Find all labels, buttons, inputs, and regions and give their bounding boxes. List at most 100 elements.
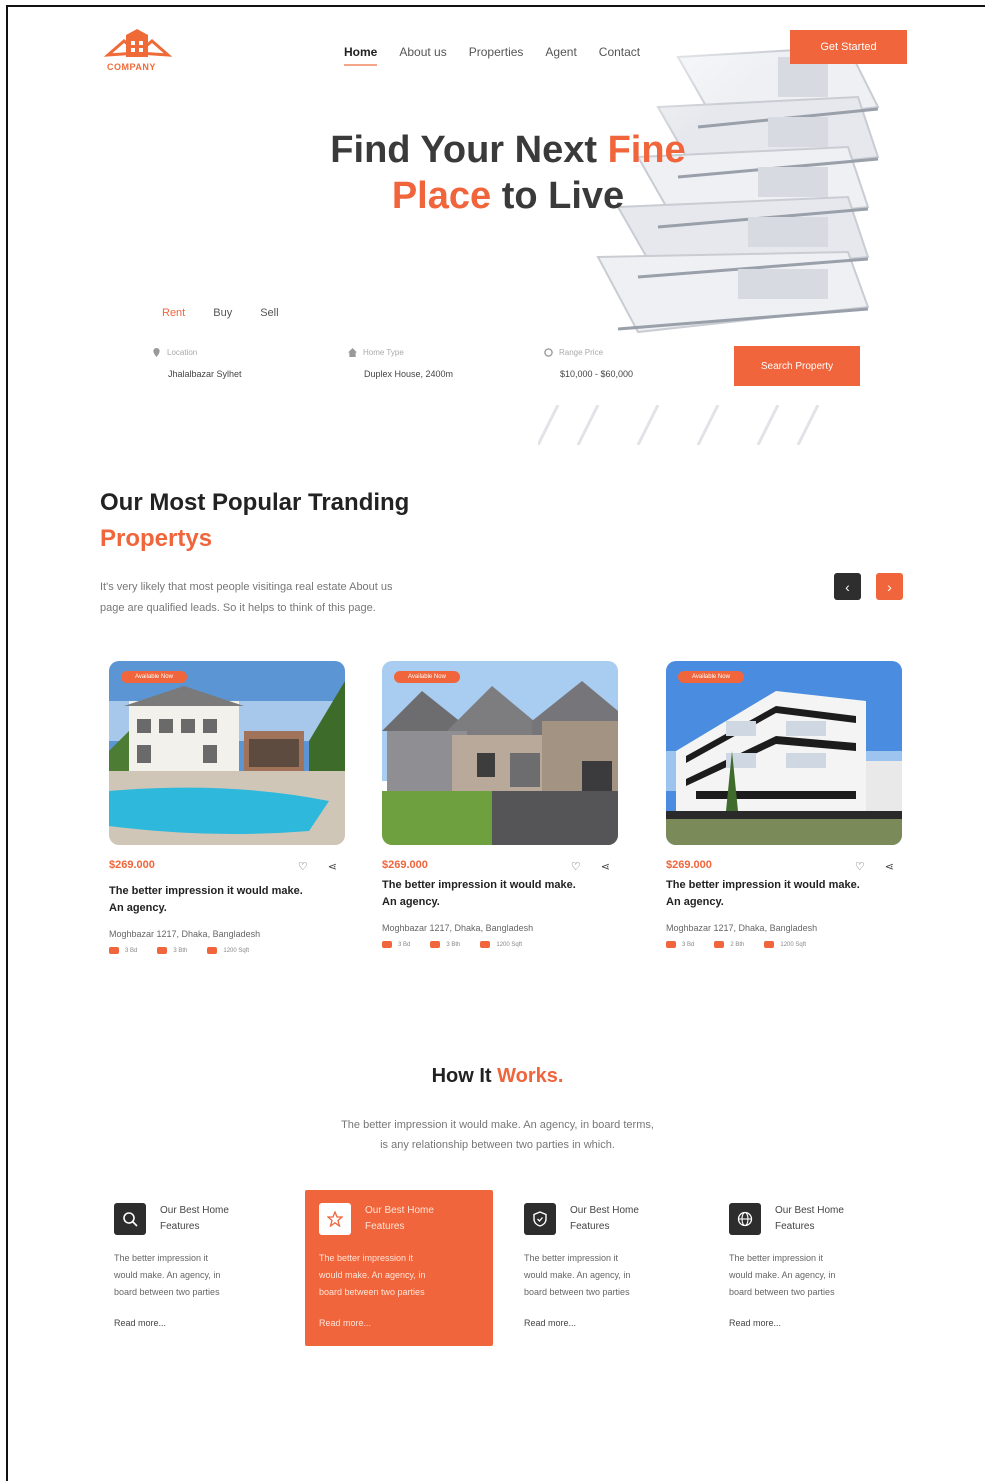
how-title-main: How It xyxy=(431,1065,498,1087)
feature-card[interactable]: Our Best Home Features The better impress… xyxy=(114,1190,302,1346)
how-desc-line-1: The better impression it would make. An … xyxy=(341,1119,654,1131)
property-title: The better impression it would make. An a… xyxy=(109,883,347,917)
feature-icon-box xyxy=(524,1203,556,1235)
property-title-line-1: The better impression it would make. xyxy=(109,885,303,897)
feature-desc-line-1: The better impression it xyxy=(524,1253,619,1263)
nav-properties[interactable]: Properties xyxy=(469,45,524,59)
property-address: Moghbazar 1217, Dhaka, Bangladesh xyxy=(109,929,261,939)
baths-spec: 2 Bth xyxy=(714,941,744,948)
share-icon[interactable]: ⋖ xyxy=(601,860,610,873)
feature-title-line-2: Features xyxy=(570,1221,610,1232)
feature-title: Our Best Home Features xyxy=(160,1203,270,1235)
location-label: Location xyxy=(167,347,198,357)
popular-desc-line-1: It's very likely that most people visiti… xyxy=(100,581,393,593)
property-title-line-2: An agency. xyxy=(666,896,724,908)
property-card[interactable]: Available Now $269.000 ♡ ⋖ The better im… xyxy=(666,661,904,948)
page-frame: COMPANY Home About us Properties Agent C… xyxy=(6,5,985,1481)
building-reflection xyxy=(538,405,820,445)
tab-buy[interactable]: Buy xyxy=(213,307,232,319)
feature-title-line-1: Our Best Home xyxy=(365,1205,434,1216)
heart-icon[interactable]: ♡ xyxy=(298,860,308,873)
property-card[interactable]: Available Now $269.000 ♡ ⋖ The better im… xyxy=(382,661,620,948)
property-image[interactable]: Available Now xyxy=(109,661,345,845)
price-range-field[interactable]: Range Price $10,000 - $60,000 xyxy=(540,343,710,379)
card-actions: ♡ ⋖ xyxy=(855,860,894,873)
feature-card[interactable]: Our Best Home Features The better impress… xyxy=(729,1190,917,1346)
property-title: The better impression it would make. An a… xyxy=(382,877,620,911)
feature-title-line-2: Features xyxy=(365,1221,405,1232)
feature-desc-line-2: would make. An agency, in xyxy=(114,1270,221,1280)
feature-title-line-1: Our Best Home xyxy=(160,1205,229,1216)
how-it-works-title: How It Works. xyxy=(8,1065,985,1088)
popular-title-main: Our Most Popular Tranding xyxy=(100,489,410,516)
feature-desc-line-1: The better impression it xyxy=(319,1253,414,1263)
feature-card-active[interactable]: Our Best Home Features The better impress… xyxy=(305,1190,493,1346)
baths-value: 2 Bth xyxy=(730,941,745,948)
beds-spec: 3 Bd xyxy=(382,941,410,948)
baths-spec: 3 Bth xyxy=(430,941,460,948)
feature-title: Our Best Home Features xyxy=(365,1203,475,1235)
get-started-button[interactable]: Get Started xyxy=(790,30,907,64)
beds-value: 3 Bd xyxy=(682,941,695,948)
baths-value: 3 Bth xyxy=(173,947,188,954)
feature-desc-line-3: board between two parties xyxy=(729,1287,835,1297)
nav-about[interactable]: About us xyxy=(399,45,446,59)
popular-title-highlight: Propertys xyxy=(100,525,213,552)
carousel-next-button[interactable]: › xyxy=(876,573,903,600)
hero-title-part-b: to Live xyxy=(491,175,625,217)
feature-title-line-1: Our Best Home xyxy=(570,1205,639,1216)
area-spec: 1200 Sqft xyxy=(480,941,522,948)
heart-icon[interactable]: ♡ xyxy=(571,860,581,873)
bath-icon xyxy=(430,941,441,948)
property-image[interactable]: Available Now xyxy=(666,661,902,845)
area-spec: 1200 Sqft xyxy=(764,941,806,948)
beds-value: 3 Bd xyxy=(125,947,138,954)
feature-icon-box xyxy=(319,1203,351,1235)
nav-contact[interactable]: Contact xyxy=(599,45,640,59)
property-image[interactable]: Available Now xyxy=(382,661,618,845)
home-type-label: Home Type xyxy=(363,347,404,357)
feature-card[interactable]: Our Best Home Features The better impress… xyxy=(524,1190,712,1346)
star-icon xyxy=(327,1211,343,1227)
tab-sell[interactable]: Sell xyxy=(260,307,278,319)
tab-rent[interactable]: Rent xyxy=(162,307,185,319)
hero-title: Find Your Next Fine Place to Live xyxy=(208,127,808,219)
property-title-line-1: The better impression it would make. xyxy=(382,879,576,891)
bath-icon xyxy=(157,947,168,954)
feature-desc-line-3: board between two parties xyxy=(319,1287,425,1297)
share-icon[interactable]: ⋖ xyxy=(885,860,894,873)
area-spec: 1200 Sqft xyxy=(207,947,249,954)
share-icon[interactable]: ⋖ xyxy=(328,860,337,873)
bath-icon xyxy=(714,941,725,948)
location-field[interactable]: Location Jhalalbazar Sylhet xyxy=(148,343,318,379)
read-more-link[interactable]: Read more... xyxy=(319,1318,371,1328)
availability-badge: Available Now xyxy=(394,671,460,683)
location-icon xyxy=(153,347,160,357)
nav-home[interactable]: Home xyxy=(344,45,378,66)
availability-badge: Available Now xyxy=(678,671,744,683)
carousel-prev-button[interactable]: ‹ xyxy=(834,573,861,600)
suburban-house-photo xyxy=(382,661,618,845)
how-title-highlight: Works. xyxy=(497,1065,564,1087)
bed-icon xyxy=(109,947,119,954)
how-it-works-description: The better impression it would make. An … xyxy=(8,1115,985,1155)
property-card[interactable]: Available Now $269.000 ♡ ⋖ The better im… xyxy=(109,661,347,954)
read-more-link[interactable]: Read more... xyxy=(114,1318,166,1328)
home-type-value: Duplex House, 2400m xyxy=(364,369,454,379)
home-icon xyxy=(348,347,357,357)
read-more-link[interactable]: Read more... xyxy=(729,1318,781,1328)
feature-desc-line-1: The better impression it xyxy=(729,1253,824,1263)
price-range-label: Range Price xyxy=(559,347,604,357)
heart-icon[interactable]: ♡ xyxy=(855,860,865,873)
feature-icon-box xyxy=(114,1203,146,1235)
search-icon xyxy=(123,1212,138,1227)
feature-desc-line-2: would make. An agency, in xyxy=(319,1270,426,1280)
property-title-line-2: An agency. xyxy=(109,902,167,914)
search-property-button[interactable]: Search Property xyxy=(734,346,860,386)
home-type-field[interactable]: Home Type Duplex House, 2400m xyxy=(344,343,514,379)
property-address: Moghbazar 1217, Dhaka, Bangladesh xyxy=(382,923,534,933)
feature-title: Our Best Home Features xyxy=(775,1203,885,1235)
modern-apartment-photo xyxy=(666,661,902,845)
read-more-link[interactable]: Read more... xyxy=(524,1318,576,1328)
nav-agent[interactable]: Agent xyxy=(545,45,576,59)
